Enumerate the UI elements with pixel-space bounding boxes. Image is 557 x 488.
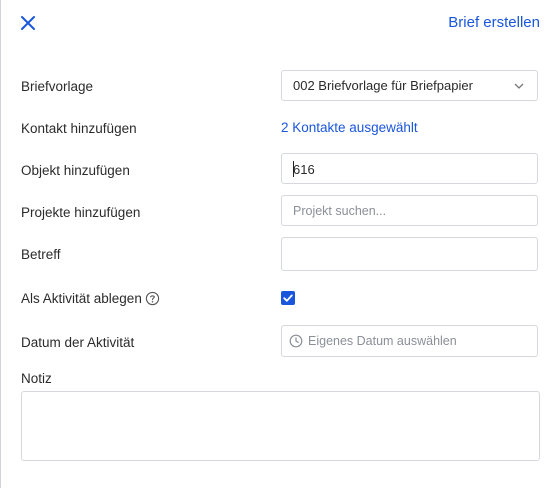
activity-date-placeholder: Eigenes Datum auswählen	[308, 334, 457, 348]
object-input[interactable]: 616	[281, 153, 538, 184]
activity-label: Als Aktivität ablegen	[21, 291, 142, 306]
object-label: Objekt hinzufügen	[21, 163, 130, 178]
activity-date-label: Datum der Aktivität	[21, 335, 135, 350]
clock-icon	[289, 334, 303, 348]
projects-search-input[interactable]: Projekt suchen...	[281, 195, 538, 226]
contact-label: Kontakt hinzufügen	[21, 121, 137, 136]
chevron-down-icon	[514, 83, 524, 89]
contacts-selected-link[interactable]: 2 Kontakte ausgewählt	[281, 120, 418, 135]
projects-label: Projekte hinzufügen	[21, 205, 141, 220]
close-icon[interactable]	[18, 13, 38, 33]
activity-label-row: Als Aktivität ablegen	[21, 291, 160, 306]
note-textarea[interactable]	[21, 391, 540, 461]
checkmark-icon	[283, 294, 293, 302]
panel-border	[0, 0, 1, 488]
subject-label: Betreff	[21, 247, 61, 262]
template-select[interactable]: 002 Briefvorlage für Briefpapier	[281, 70, 538, 101]
template-label: Briefvorlage	[21, 79, 94, 94]
projects-placeholder: Projekt suchen...	[293, 204, 387, 218]
note-label: Notiz	[21, 371, 52, 386]
question-circle-icon[interactable]	[145, 291, 160, 306]
object-input-value: 616	[293, 162, 315, 177]
activity-checkbox[interactable]	[281, 291, 295, 305]
activity-date-picker[interactable]: Eigenes Datum auswählen	[281, 325, 538, 357]
subject-input[interactable]	[281, 237, 538, 271]
template-selected-value: 002 Briefvorlage für Briefpapier	[293, 78, 473, 93]
text-cursor	[293, 161, 294, 177]
create-letter-button[interactable]: Brief erstellen	[448, 14, 540, 31]
